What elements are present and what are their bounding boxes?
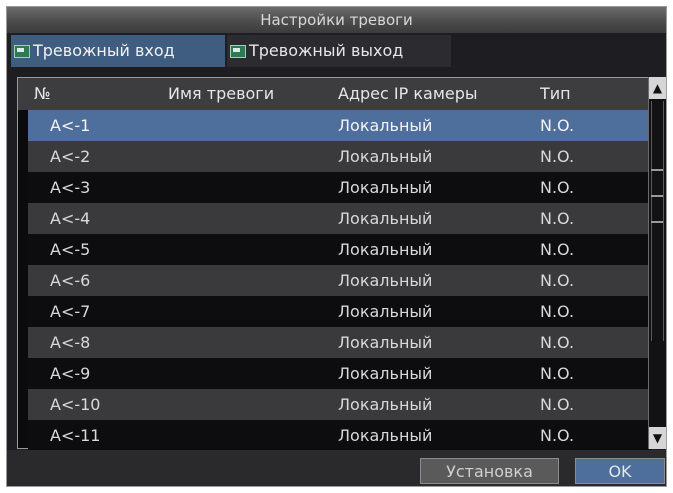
table-row[interactable]: A<-11 Локальный N.O.: [28, 420, 651, 451]
cell-type: N.O.: [540, 333, 575, 352]
chevron-down-icon[interactable]: ▼: [649, 427, 666, 449]
column-number: №: [34, 84, 51, 103]
alarm-table: № Имя тревоги Адрес IP камеры Тип A<-1 Ло…: [17, 77, 651, 451]
cell-number: A<-8: [50, 333, 91, 352]
table-row[interactable]: A<-9 Локальный N.O.: [28, 358, 651, 389]
tab-alarm-output-label: Тревожный выход: [249, 41, 404, 60]
alarm-input-icon: [14, 44, 30, 58]
cell-camera-ip: Локальный: [338, 364, 433, 383]
table-row[interactable]: A<-1 Локальный N.O.: [28, 110, 651, 141]
table-row[interactable]: A<-7 Локальный N.O.: [28, 296, 651, 327]
cell-number: A<-3: [50, 178, 91, 197]
footer-bar: Установка OK: [7, 450, 666, 486]
cell-type: N.O.: [540, 147, 575, 166]
column-alarm-name: Имя тревоги: [168, 84, 275, 103]
cell-type: N.O.: [540, 271, 575, 290]
cell-type: N.O.: [540, 395, 575, 414]
setup-button[interactable]: Установка: [420, 458, 559, 484]
cell-number: A<-10: [50, 395, 101, 414]
cell-number: A<-4: [50, 209, 91, 228]
scroll-mark: [651, 195, 663, 197]
cell-number: A<-11: [50, 426, 101, 445]
table-row[interactable]: A<-3 Локальный N.O.: [28, 172, 651, 203]
cell-type: N.O.: [540, 302, 575, 321]
cell-number: A<-9: [50, 364, 91, 383]
table-row[interactable]: A<-8 Локальный N.O.: [28, 327, 651, 358]
alarm-output-icon: [230, 44, 246, 58]
table-scrollbar[interactable]: ▲ ▼: [648, 77, 666, 449]
table-row[interactable]: A<-4 Локальный N.O.: [28, 203, 651, 234]
cell-camera-ip: Локальный: [338, 147, 433, 166]
cell-camera-ip: Локальный: [338, 240, 433, 259]
cell-camera-ip: Локальный: [338, 209, 433, 228]
cell-camera-ip: Локальный: [338, 271, 433, 290]
table-body: A<-1 Локальный N.O. A<-2 Локальный N.O. A<-3 Ло…: [28, 110, 651, 451]
scroll-mark: [651, 221, 663, 223]
cell-type: N.O.: [540, 178, 575, 197]
ok-button[interactable]: OK: [575, 458, 665, 484]
alarm-settings-window: Настройки тревоги Тревожный вход Тревожн…: [6, 6, 667, 487]
chevron-up-icon[interactable]: ▲: [649, 77, 666, 99]
cell-type: N.O.: [540, 426, 575, 445]
cell-number: A<-7: [50, 302, 91, 321]
cell-camera-ip: Локальный: [338, 116, 433, 135]
table-row[interactable]: A<-5 Локальный N.O.: [28, 234, 651, 265]
table-row[interactable]: A<-10 Локальный N.O.: [28, 389, 651, 420]
tab-alarm-input-label: Тревожный вход: [33, 41, 175, 60]
tab-bar: Тревожный вход Тревожный выход: [11, 35, 662, 67]
cell-camera-ip: Локальный: [338, 426, 433, 445]
cell-type: N.O.: [540, 209, 575, 228]
cell-number: A<-5: [50, 240, 91, 259]
column-type: Тип: [540, 84, 571, 103]
scroll-mark: [651, 169, 663, 171]
cell-camera-ip: Локальный: [338, 395, 433, 414]
column-camera-ip: Адрес IP камеры: [338, 84, 478, 103]
cell-type: N.O.: [540, 116, 575, 135]
cell-type: N.O.: [540, 240, 575, 259]
table-row[interactable]: A<-6 Локальный N.O.: [28, 265, 651, 296]
cell-camera-ip: Локальный: [338, 178, 433, 197]
table-header: № Имя тревоги Адрес IP камеры Тип: [18, 78, 651, 110]
cell-number: A<-2: [50, 147, 91, 166]
cell-number: A<-1: [50, 116, 91, 135]
cell-type: N.O.: [540, 364, 575, 383]
tab-alarm-input[interactable]: Тревожный вход: [11, 35, 225, 67]
tab-alarm-output[interactable]: Тревожный выход: [227, 35, 451, 67]
cell-number: A<-6: [50, 271, 91, 290]
cell-camera-ip: Локальный: [338, 333, 433, 352]
window-title: Настройки тревоги: [7, 7, 666, 33]
cell-camera-ip: Локальный: [338, 302, 433, 321]
table-row[interactable]: A<-2 Локальный N.O.: [28, 141, 651, 172]
